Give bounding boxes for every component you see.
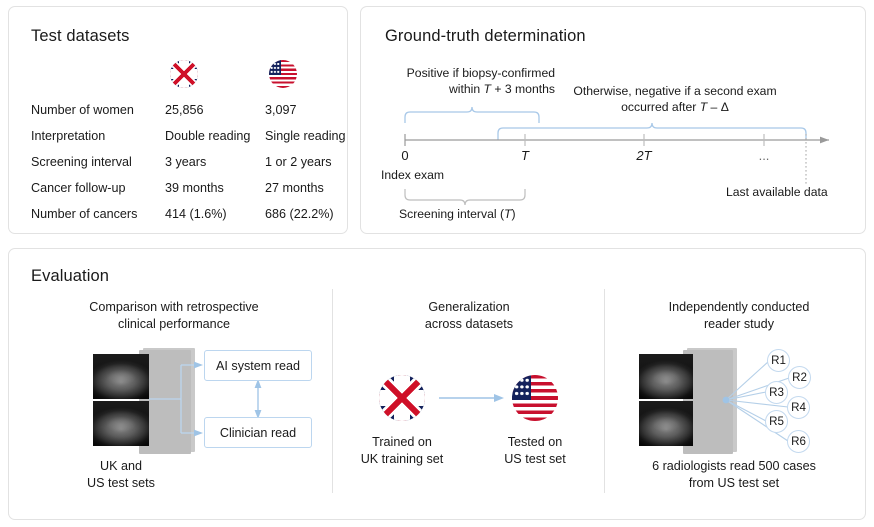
row-label: Interpretation (31, 126, 105, 146)
section-c-caption-line2: from US test set (609, 475, 859, 492)
tick-label-T: T (505, 148, 545, 163)
test-datasets-title: Test datasets (31, 27, 130, 46)
row-value-us: 686 (22.2%) (265, 204, 334, 224)
reader-badge-r6: R6 (787, 430, 810, 453)
row-value-us: 3,097 (265, 100, 297, 120)
tick-label-2T: 2T (624, 148, 664, 163)
row-label: Screening interval (31, 152, 132, 172)
uk-flag-icon (170, 60, 198, 88)
timeline-graphic (361, 7, 867, 235)
reader-badge-r4: R4 (787, 396, 810, 419)
test-datasets-panel: Test datasets Number of women 25,856 3,0… (8, 6, 348, 234)
reader-badge-r3: R3 (765, 381, 788, 404)
row-value-uk: Double reading (165, 126, 250, 146)
row-label: Number of cancers (31, 204, 137, 224)
positive-brace (405, 107, 539, 123)
row-value-uk: 25,856 (165, 100, 204, 120)
us-flag-icon (269, 60, 297, 88)
section-c-caption-line1: 6 radiologists read 500 cases (609, 458, 859, 475)
row-value-uk: 39 months (165, 178, 224, 198)
screening-interval-brace (405, 189, 525, 205)
index-exam-label: Index exam (381, 168, 444, 182)
screening-interval-post: ) (511, 207, 515, 221)
row-value-us: Single reading (265, 126, 346, 146)
row-value-uk: 414 (1.6%) (165, 204, 227, 224)
screening-interval-pre: Screening interval ( (399, 207, 504, 221)
negative-brace (498, 123, 806, 140)
ground-truth-panel: Ground-truth determination Positive if b… (360, 6, 866, 234)
reader-badge-r2: R2 (788, 366, 811, 389)
tick-label-ellipsis: ... (744, 148, 784, 163)
evaluation-panel: Evaluation Comparison with retrospective… (8, 248, 866, 520)
axis-arrowhead (820, 137, 829, 144)
row-label: Cancer follow-up (31, 178, 126, 198)
last-available-data-label: Last available data (726, 185, 828, 199)
tick-label-0: 0 (385, 148, 425, 163)
reader-badge-r5: R5 (765, 410, 788, 433)
screening-interval-label: Screening interval (T) (399, 207, 516, 221)
row-label: Number of women (31, 100, 134, 120)
reader-badge-r1: R1 (767, 349, 790, 372)
row-value-us: 27 months (265, 178, 324, 198)
row-value-uk: 3 years (165, 152, 206, 172)
row-value-us: 1 or 2 years (265, 152, 332, 172)
